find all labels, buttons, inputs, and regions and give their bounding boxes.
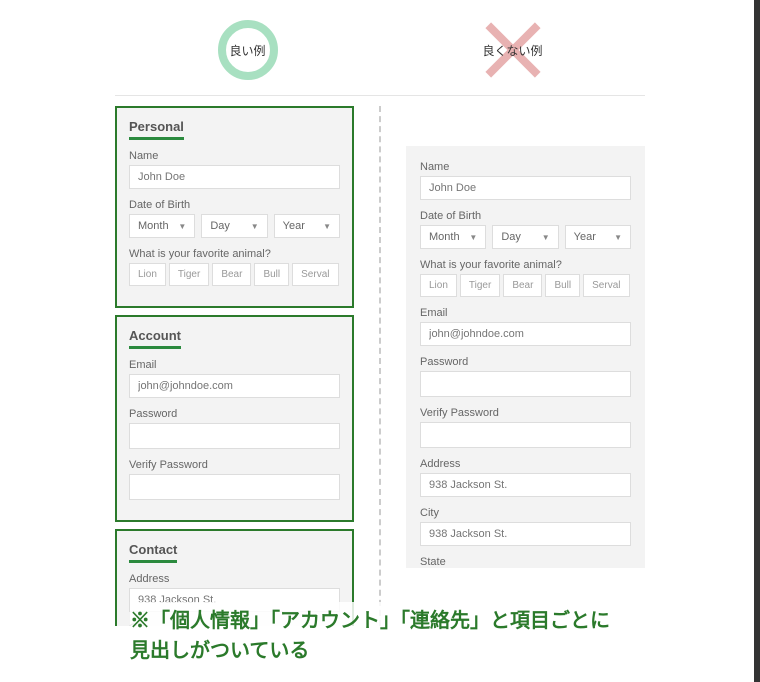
good-example-header: 良い例: [148, 20, 348, 80]
account-card: Account Email Password Verify Password: [115, 315, 354, 522]
verify-password-input[interactable]: [129, 474, 340, 500]
animal-option[interactable]: Tiger: [169, 263, 209, 286]
year-select[interactable]: Year▼: [274, 214, 340, 238]
password-label: Password: [129, 408, 340, 420]
animal-label: What is your favorite animal?: [129, 248, 340, 260]
name-label: Name: [129, 150, 340, 162]
name-label: Name: [420, 161, 631, 173]
animal-option[interactable]: Bear: [503, 274, 542, 297]
animal-option[interactable]: Serval: [583, 274, 629, 297]
personal-card: Personal Name Date of Birth Month▼ Day▼ …: [115, 106, 354, 308]
personal-title: Personal: [129, 119, 184, 140]
good-label: 良い例: [229, 42, 265, 59]
animal-option[interactable]: Lion: [129, 263, 166, 286]
bad-form-card: Name Date of Birth Month▼ Day▼ Year▼ Wha…: [406, 146, 645, 568]
password-label: Password: [420, 356, 631, 368]
password-input[interactable]: [420, 371, 631, 397]
columns: Personal Name Date of Birth Month▼ Day▼ …: [0, 96, 760, 626]
chevron-down-icon: ▼: [251, 222, 259, 231]
address-label: Address: [129, 573, 340, 585]
email-label: Email: [420, 307, 631, 319]
city-input[interactable]: [420, 522, 631, 546]
contact-title: Contact: [129, 542, 177, 563]
verify-password-input[interactable]: [420, 422, 631, 448]
animal-option[interactable]: Bull: [545, 274, 580, 297]
animal-option[interactable]: Bear: [212, 263, 251, 286]
email-input[interactable]: [420, 322, 631, 346]
bad-column: Name Date of Birth Month▼ Day▼ Year▼ Wha…: [406, 106, 645, 626]
bad-example-header: 良くない例: [413, 20, 613, 80]
year-select[interactable]: Year▼: [565, 225, 631, 249]
chevron-down-icon: ▼: [469, 233, 477, 242]
animal-option[interactable]: Tiger: [460, 274, 500, 297]
day-select[interactable]: Day▼: [492, 225, 558, 249]
city-label: City: [420, 507, 631, 519]
good-column: Personal Name Date of Birth Month▼ Day▼ …: [115, 106, 354, 626]
day-select[interactable]: Day▼: [201, 214, 267, 238]
chevron-down-icon: ▼: [323, 222, 331, 231]
address-label: Address: [420, 458, 631, 470]
month-select[interactable]: Month▼: [129, 214, 195, 238]
address-input[interactable]: [420, 473, 631, 497]
month-select[interactable]: Month▼: [420, 225, 486, 249]
footer-annotation: ※「個人情報」「アカウント」「連絡先」と項目ごとに見出しがついている: [130, 602, 610, 670]
right-edge-bar: [754, 0, 760, 682]
name-input[interactable]: [420, 176, 631, 200]
password-input[interactable]: [129, 423, 340, 449]
chevron-down-icon: ▼: [542, 233, 550, 242]
verify-password-label: Verify Password: [420, 407, 631, 419]
name-input[interactable]: [129, 165, 340, 189]
email-label: Email: [129, 359, 340, 371]
account-title: Account: [129, 328, 181, 349]
animal-option[interactable]: Bull: [254, 263, 289, 286]
header-row: 良い例 良くない例: [115, 0, 645, 96]
column-divider: [379, 106, 381, 626]
animal-label: What is your favorite animal?: [420, 259, 631, 271]
state-label: State: [420, 556, 631, 568]
verify-password-label: Verify Password: [129, 459, 340, 471]
animal-option[interactable]: Lion: [420, 274, 457, 297]
bad-label: 良くない例: [482, 42, 542, 59]
email-input[interactable]: [129, 374, 340, 398]
dob-label: Date of Birth: [420, 210, 631, 222]
chevron-down-icon: ▼: [614, 233, 622, 242]
dob-label: Date of Birth: [129, 199, 340, 211]
chevron-down-icon: ▼: [178, 222, 186, 231]
animal-option[interactable]: Serval: [292, 263, 338, 286]
